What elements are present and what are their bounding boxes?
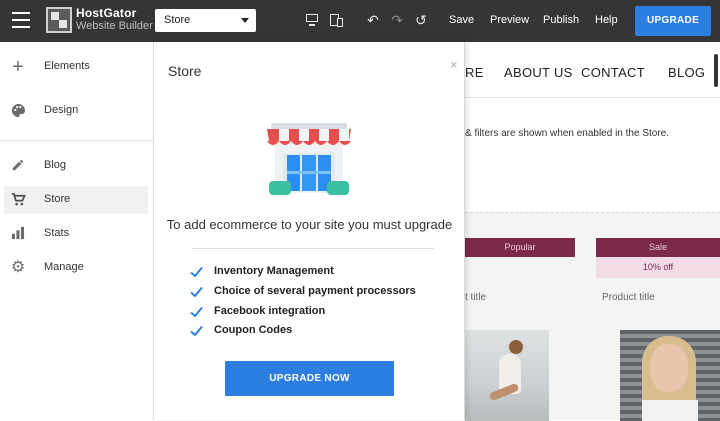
checkmark-icon <box>190 286 203 298</box>
sidebar-item-label: Blog <box>44 159 67 171</box>
divider <box>192 248 434 249</box>
desktop-view-icon[interactable] <box>305 13 319 27</box>
sidebar-item-elements[interactable]: + Elements <box>4 53 148 81</box>
store-panel: Store × To add ecommerce to your site yo… <box>154 42 465 420</box>
sidebar-item-store[interactable]: Store <box>4 186 148 214</box>
sidebar-item-design[interactable]: Design <box>4 97 148 125</box>
sidebar-item-label: Manage <box>44 261 84 273</box>
cart-icon <box>10 192 26 208</box>
sidebar: + Elements Design Blog Store Stats ⚙ Man… <box>0 42 154 420</box>
upgrade-now-button[interactable]: UPGRADE NOW <box>225 361 394 396</box>
upgrade-message: To add ecommerce to your site you must u… <box>166 217 453 232</box>
save-button[interactable]: Save <box>449 14 474 26</box>
brand-subtitle: Website Builder <box>76 20 153 32</box>
sidebar-item-stats[interactable]: Stats <box>4 220 148 248</box>
nav-item-about-us[interactable]: ABOUT US <box>504 65 573 80</box>
help-button[interactable]: Help <box>595 14 618 26</box>
nav-item-store[interactable]: RE <box>465 65 484 80</box>
feature-label: Coupon Codes <box>214 324 293 336</box>
product-image[interactable] <box>620 330 720 421</box>
gear-icon: ⚙ <box>10 259 26 276</box>
popular-badge: Popular <box>465 238 575 257</box>
nav-item-blog[interactable]: BLOG <box>668 65 705 80</box>
sidebar-divider <box>0 140 153 141</box>
product-image[interactable] <box>465 330 549 421</box>
website-preview: RE ABOUT US CONTACT BLOG & filters are s… <box>465 42 720 421</box>
palette-icon <box>10 103 26 119</box>
hostgator-logo-icon <box>46 7 72 33</box>
sidebar-item-blog[interactable]: Blog <box>4 152 148 180</box>
page-selector-value: Store <box>164 14 191 26</box>
undo-icon[interactable]: ↶ <box>366 13 380 27</box>
store-filters-note: & filters are shown when enabled in the … <box>465 128 670 139</box>
top-toolbar: HostGator Website Builder Store ↶ ↷ ↺ Sa… <box>0 0 720 42</box>
site-navigation: RE ABOUT US CONTACT BLOG <box>465 42 720 98</box>
history-icon[interactable]: ↺ <box>414 13 428 27</box>
sale-badge: Sale <box>596 238 720 257</box>
plus-icon: + <box>12 56 24 78</box>
bar-chart-icon <box>10 226 26 242</box>
redo-icon[interactable]: ↷ <box>390 13 404 27</box>
feature-label: Inventory Management <box>214 265 334 277</box>
mobile-view-icon[interactable] <box>330 13 344 27</box>
storefront-icon <box>267 123 351 195</box>
checkmark-icon <box>190 306 203 318</box>
brand-logo-text: HostGator Website Builder <box>76 7 153 33</box>
feature-label: Facebook integration <box>214 305 326 317</box>
checkmark-icon <box>190 266 203 278</box>
publish-button[interactable]: Publish <box>543 14 579 26</box>
sidebar-item-label: Elements <box>44 60 90 72</box>
scrollbar[interactable] <box>714 54 718 87</box>
pencil-icon <box>10 158 26 174</box>
page-selector[interactable]: Store <box>155 9 256 32</box>
checkmark-icon <box>190 325 203 337</box>
sidebar-item-label: Design <box>44 104 79 116</box>
sidebar-item-manage[interactable]: ⚙ Manage <box>4 254 148 282</box>
nav-item-contact[interactable]: CONTACT <box>581 65 645 80</box>
close-icon[interactable]: × <box>450 57 458 72</box>
product-grid: Popular Sale 10% off t title Product tit… <box>465 212 720 421</box>
upgrade-button[interactable]: UPGRADE <box>635 6 711 36</box>
preview-button[interactable]: Preview <box>490 14 529 26</box>
feature-label: Choice of several payment processors <box>214 285 416 297</box>
menu-icon[interactable] <box>12 12 30 28</box>
panel-title: Store <box>168 63 202 79</box>
sidebar-item-label: Store <box>44 193 71 205</box>
dropdown-caret-icon <box>241 18 249 23</box>
sidebar-item-label: Stats <box>44 227 70 239</box>
brand-name: HostGator <box>76 6 137 20</box>
discount-badge: 10% off <box>596 257 720 278</box>
product-title[interactable]: Product title <box>602 292 655 303</box>
product-title[interactable]: t title <box>465 292 486 303</box>
